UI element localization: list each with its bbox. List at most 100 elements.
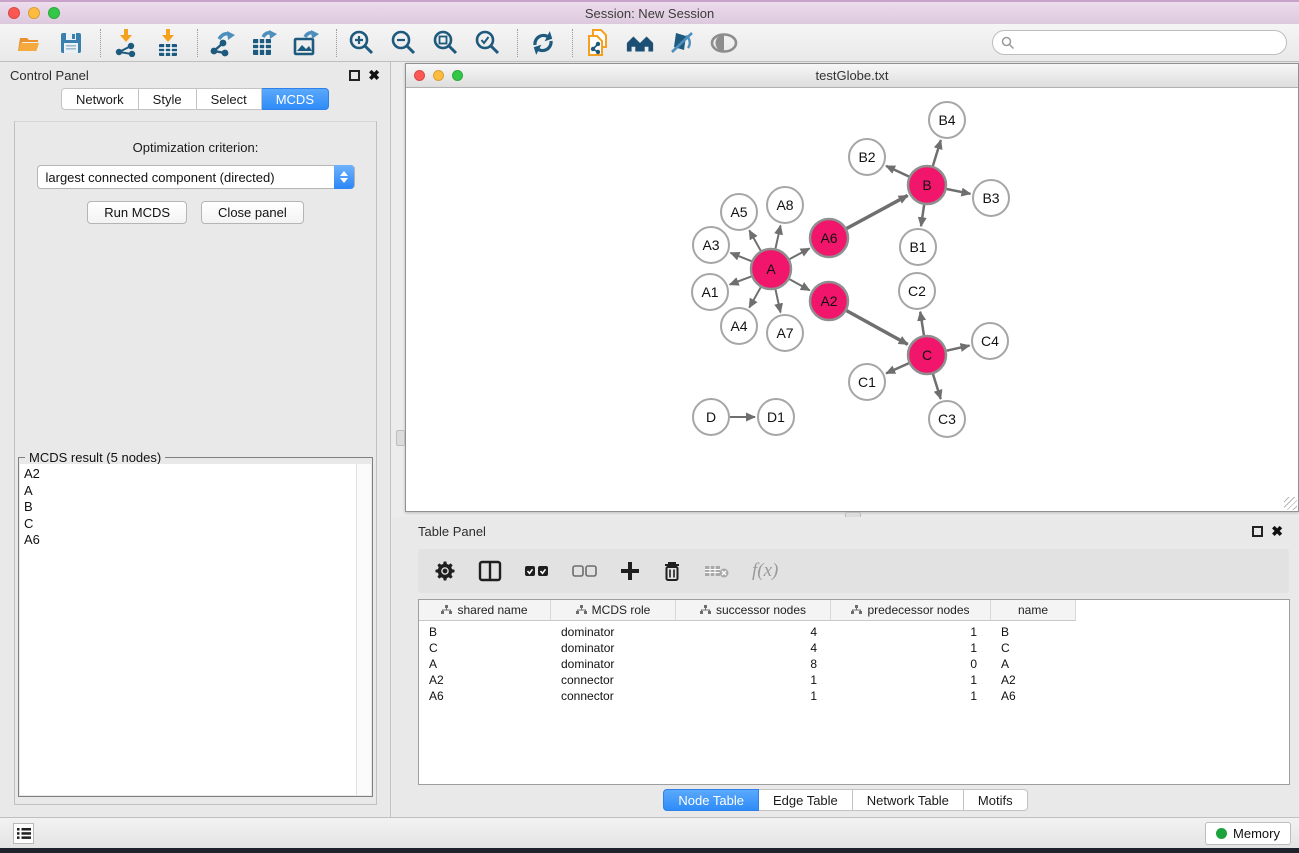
cell-MCDS-role[interactable]: dominator	[551, 641, 676, 655]
create-column-icon[interactable]	[620, 556, 640, 586]
graph-edge-C-C1[interactable]	[886, 363, 909, 373]
network-graph[interactable]: B4B2BB3A8A5A6A3B1AC2A1A2A4A7C4CC1C3DD1	[406, 88, 1298, 511]
graph-edge-B-B1[interactable]	[921, 205, 924, 226]
task-history-button[interactable]	[13, 823, 34, 844]
cell-name[interactable]: C	[991, 641, 1076, 655]
memory-button[interactable]: Memory	[1205, 822, 1291, 845]
cell-predecessor-nodes[interactable]: 1	[831, 625, 991, 639]
graph-edge-A2-C[interactable]	[847, 311, 908, 345]
cell-successor-nodes[interactable]: 8	[676, 657, 831, 671]
cell-successor-nodes[interactable]: 1	[676, 673, 831, 687]
cell-shared-name[interactable]: C	[419, 641, 551, 655]
cell-MCDS-role[interactable]: connector	[551, 673, 676, 687]
mcds-result-scrollbar[interactable]	[356, 464, 371, 795]
tab-network-table[interactable]: Network Table	[853, 789, 964, 811]
column-header-predecessor-nodes[interactable]: predecessor nodes	[831, 600, 991, 621]
window-resize-grip[interactable]	[1284, 497, 1297, 510]
import-network-icon[interactable]	[111, 28, 141, 58]
delete-column-icon[interactable]	[662, 556, 682, 586]
show-columns-icon[interactable]	[478, 556, 502, 586]
cell-name[interactable]: B	[991, 625, 1076, 639]
zoom-fit-icon[interactable]	[431, 28, 461, 58]
tab-network[interactable]: Network	[61, 88, 139, 110]
cell-successor-nodes[interactable]: 1	[676, 689, 831, 703]
cell-MCDS-role[interactable]: dominator	[551, 657, 676, 671]
refresh-layout-icon[interactable]	[528, 28, 558, 58]
duplicate-network-icon[interactable]	[583, 28, 613, 58]
network-window-titlebar[interactable]: testGlobe.txt	[406, 64, 1298, 88]
table-row[interactable]: A2connector11A2	[419, 672, 1289, 688]
column-header-shared-name[interactable]: shared name	[419, 600, 551, 621]
network-canvas[interactable]: B4B2BB3A8A5A6A3B1AC2A1A2A4A7C4CC1C3DD1	[406, 88, 1298, 511]
graph-edge-A-A8[interactable]	[775, 226, 780, 249]
tab-select[interactable]: Select	[197, 88, 262, 110]
show-graphics-details-icon[interactable]	[709, 28, 739, 58]
tab-node-table[interactable]: Node Table	[663, 789, 759, 811]
cell-predecessor-nodes[interactable]: 0	[831, 657, 991, 671]
cell-name[interactable]: A6	[991, 689, 1076, 703]
graph-edge-A-A6[interactable]	[790, 248, 810, 259]
cell-name[interactable]: A	[991, 657, 1076, 671]
mcds-result-item[interactable]: B	[24, 499, 356, 516]
mcds-result-item[interactable]: C	[24, 516, 356, 533]
zoom-in-icon[interactable]	[347, 28, 377, 58]
hide-selected-icon[interactable]	[667, 28, 697, 58]
table-row[interactable]: Adominator80A	[419, 656, 1289, 672]
cell-shared-name[interactable]: B	[419, 625, 551, 639]
cell-shared-name[interactable]: A6	[419, 689, 551, 703]
mcds-result-item[interactable]: A2	[24, 466, 356, 483]
table-row[interactable]: Cdominator41C	[419, 640, 1289, 656]
cell-successor-nodes[interactable]: 4	[676, 625, 831, 639]
graph-edge-A-A5[interactable]	[749, 230, 760, 250]
export-network-icon[interactable]	[208, 28, 238, 58]
vertical-split-handle[interactable]	[396, 430, 405, 446]
cell-MCDS-role[interactable]: dominator	[551, 625, 676, 639]
graph-edge-A-A3[interactable]	[730, 253, 751, 261]
cell-shared-name[interactable]: A2	[419, 673, 551, 687]
graph-edge-B-B4[interactable]	[933, 140, 941, 166]
import-table-icon[interactable]	[153, 28, 183, 58]
graph-edge-B-B2[interactable]	[886, 166, 909, 177]
open-file-icon[interactable]	[14, 28, 44, 58]
graph-edge-A-A7[interactable]	[775, 290, 780, 313]
node-table[interactable]: shared nameMCDS rolesuccessor nodesprede…	[418, 599, 1290, 785]
zoom-out-icon[interactable]	[389, 28, 419, 58]
zoom-selected-icon[interactable]	[473, 28, 503, 58]
cell-predecessor-nodes[interactable]: 1	[831, 689, 991, 703]
mcds-result-item[interactable]: A	[24, 483, 356, 500]
graph-edge-A6-B[interactable]	[847, 195, 908, 228]
float-table-panel-icon[interactable]	[1252, 526, 1263, 537]
close-table-panel-icon[interactable]: ✖	[1271, 526, 1283, 537]
run-mcds-button[interactable]: Run MCDS	[87, 201, 187, 224]
mcds-result-list[interactable]: A2ABCA6	[20, 464, 356, 795]
criterion-dropdown[interactable]: largest connected component (directed)	[37, 165, 355, 189]
graph-edge-A-A4[interactable]	[749, 287, 760, 307]
column-header-name[interactable]: name	[991, 600, 1076, 621]
close-panel-icon[interactable]: ✖	[368, 70, 380, 81]
graph-edge-A-A1[interactable]	[730, 276, 752, 284]
graph-edge-C-C3[interactable]	[933, 374, 941, 399]
cell-predecessor-nodes[interactable]: 1	[831, 641, 991, 655]
graph-edge-C-C4[interactable]	[947, 346, 970, 351]
table-row[interactable]: A6connector11A6	[419, 688, 1289, 704]
tab-style[interactable]: Style	[139, 88, 197, 110]
table-settings-gear-icon[interactable]	[434, 556, 456, 586]
tab-edge-table[interactable]: Edge Table	[759, 789, 853, 811]
cell-successor-nodes[interactable]: 4	[676, 641, 831, 655]
search-input[interactable]	[1021, 35, 1286, 50]
cell-predecessor-nodes[interactable]: 1	[831, 673, 991, 687]
search-field[interactable]	[992, 30, 1287, 55]
close-panel-button[interactable]: Close panel	[201, 201, 304, 224]
tab-mcds[interactable]: MCDS	[262, 88, 329, 110]
export-table-icon[interactable]	[250, 28, 280, 58]
cell-name[interactable]: A2	[991, 673, 1076, 687]
select-all-columns-icon[interactable]	[524, 556, 550, 586]
column-header-successor-nodes[interactable]: successor nodes	[676, 600, 831, 621]
graph-edge-B-B3[interactable]	[947, 189, 971, 194]
graph-edge-C-C2[interactable]	[920, 312, 924, 335]
float-panel-icon[interactable]	[349, 70, 360, 81]
export-image-icon[interactable]	[292, 28, 322, 58]
first-neighbors-icon[interactable]	[625, 28, 655, 58]
cell-MCDS-role[interactable]: connector	[551, 689, 676, 703]
mcds-result-item[interactable]: A6	[24, 532, 356, 549]
